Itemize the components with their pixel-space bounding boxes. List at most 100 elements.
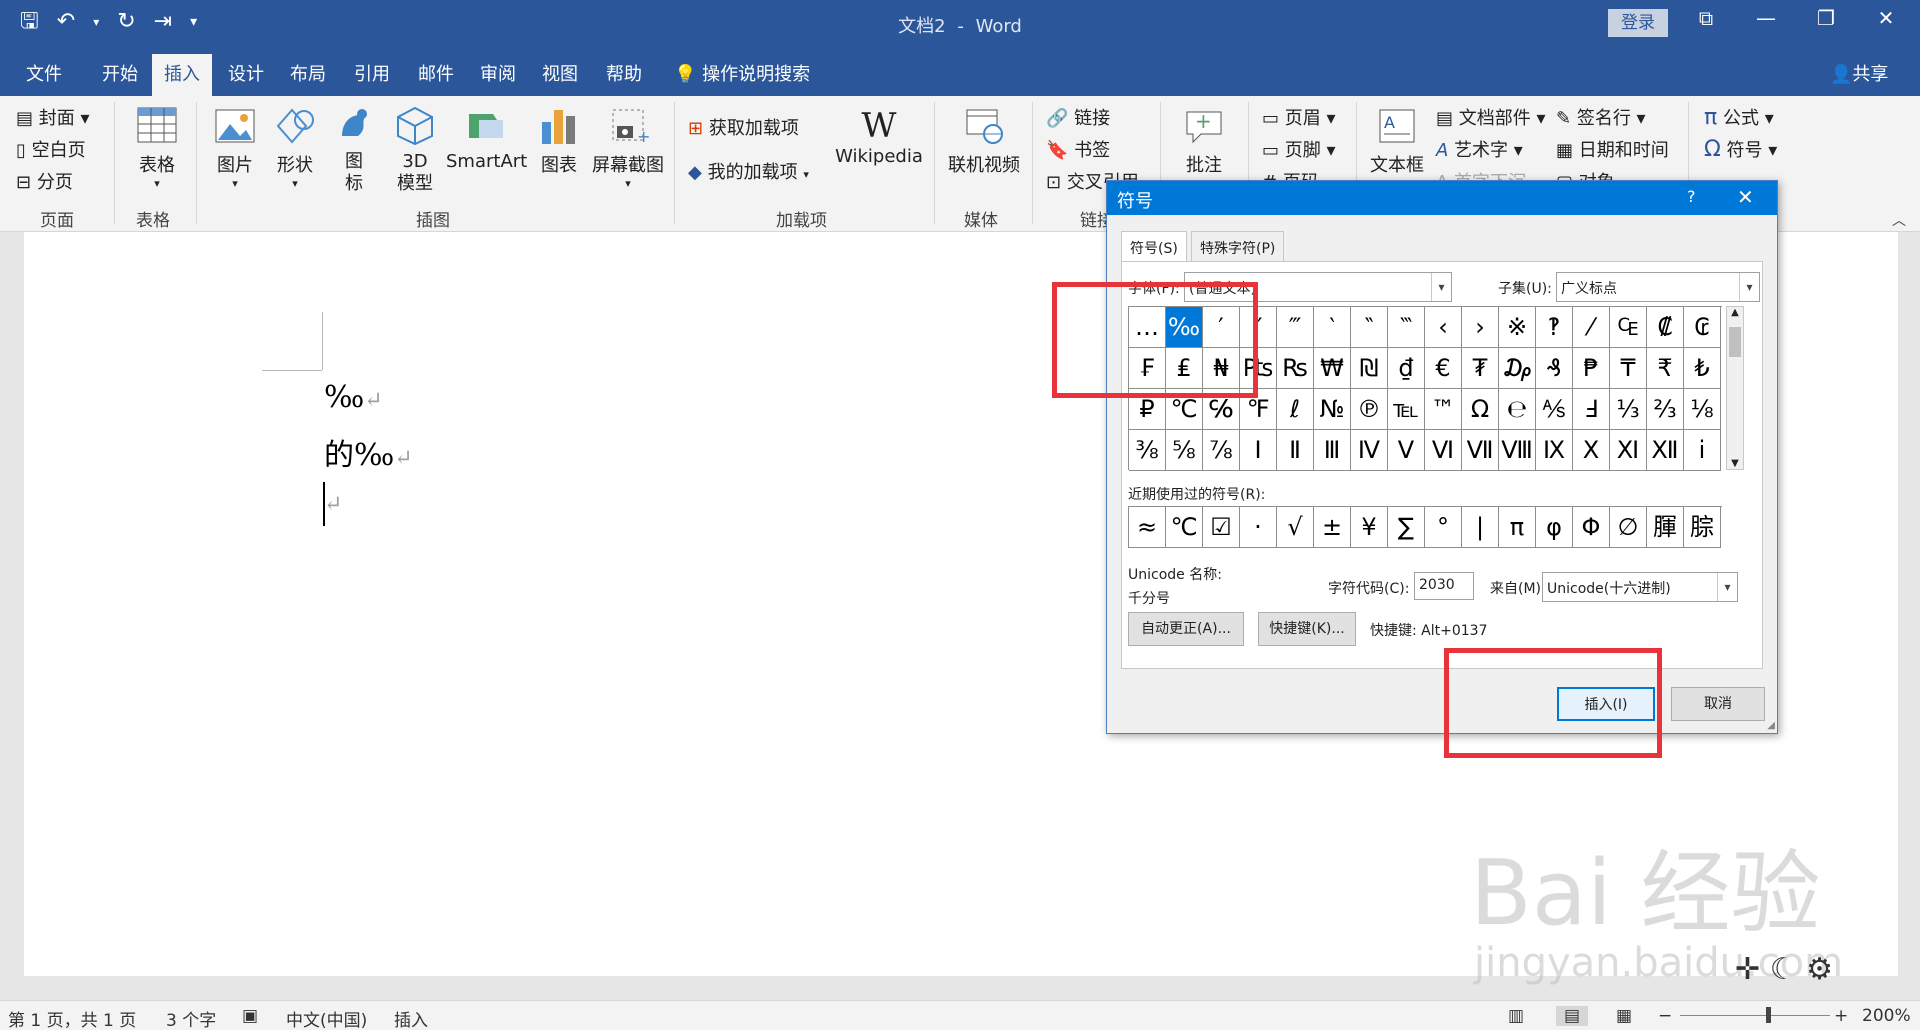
tab-design[interactable]: 设计 <box>228 60 264 86</box>
symbol-cell[interactable]: ※ <box>1499 307 1536 348</box>
symbol-cell[interactable]: ₩ <box>1314 348 1351 389</box>
resize-grip-icon[interactable]: ◢ <box>1767 720 1775 731</box>
tab-view[interactable]: 视图 <box>542 60 578 86</box>
help-button[interactable]: ? <box>1687 187 1696 206</box>
ribbon-display-icon[interactable]: ⧉ <box>1686 6 1726 30</box>
from-select[interactable]: Unicode(十六进制) ▾ <box>1542 572 1738 602</box>
language-indicator[interactable]: 中文(中国) <box>286 1006 367 1030</box>
picture-button[interactable]: 图片 ▾ <box>212 106 258 190</box>
recent-symbol-cell[interactable]: 腙 <box>1684 507 1721 548</box>
recent-symbol-cell[interactable]: Φ <box>1573 507 1610 548</box>
symbol-cell[interactable]: ⅛ <box>1684 389 1721 430</box>
tab-insert[interactable]: 插入 <box>152 54 212 96</box>
web-layout-icon[interactable]: ▦ <box>1616 1006 1632 1026</box>
symbol-cell[interactable]: ₢ <box>1684 307 1721 348</box>
header-button[interactable]: ▭ 页眉 ▾ <box>1262 104 1336 130</box>
wordart-button[interactable]: A 艺术字 ▾ <box>1436 136 1523 162</box>
symbol-cell[interactable]: ⅞ <box>1203 430 1240 471</box>
dialog-close-icon[interactable]: ✕ <box>1737 185 1754 209</box>
symbol-cell[interactable]: ₺ <box>1684 348 1721 389</box>
tab-help[interactable]: 帮助 <box>606 60 642 86</box>
textbox-button[interactable]: A 文本框 <box>1364 106 1430 177</box>
symbol-cell[interactable]: ₰ <box>1536 348 1573 389</box>
gear-icon[interactable]: ⚙ <box>1806 952 1833 987</box>
wikipedia-button[interactable]: W Wikipedia <box>834 106 924 167</box>
recent-symbol-cell[interactable]: 腪 <box>1647 507 1684 548</box>
subset-select[interactable]: 广义标点 ▾ <box>1556 272 1760 302</box>
moon-icon[interactable]: ☾ <box>1770 952 1797 987</box>
online-video-button[interactable]: 联机视频 <box>946 106 1022 177</box>
symbol-cell[interactable]: ⅜ <box>1129 430 1166 471</box>
symbol-cell[interactable]: Ⅱ <box>1277 430 1314 471</box>
symbol-cell[interactable]: ⅓ <box>1610 389 1647 430</box>
link-button[interactable]: 🔗 链接 <box>1046 104 1110 130</box>
close-icon[interactable]: ✕ <box>1866 6 1906 30</box>
recent-symbol-cell[interactable]: ∑ <box>1388 507 1425 548</box>
page-break-button[interactable]: ⊟ 分页 <box>16 168 73 194</box>
symbol-cell[interactable]: ₡ <box>1647 307 1684 348</box>
symbol-cell[interactable]: € <box>1425 348 1462 389</box>
my-addins-button[interactable]: ◆ 我的加载项 ▾ <box>688 158 809 184</box>
blank-page-button[interactable]: ▯ 空白页 <box>16 136 86 162</box>
get-addins-button[interactable]: ⊞ 获取加载项 <box>688 114 799 140</box>
recent-symbol-cell[interactable]: ℃ <box>1166 507 1203 548</box>
char-code-input[interactable]: 2030 <box>1414 572 1474 600</box>
tab-special-characters[interactable]: 特殊字符(P) <box>1191 231 1285 261</box>
symbol-cell[interactable]: ‽ <box>1536 307 1573 348</box>
symbol-cell[interactable]: Ⅰ <box>1240 430 1277 471</box>
collapse-ribbon-icon[interactable]: ︿ <box>1892 210 1906 230</box>
symbol-cell[interactable]: ⅔ <box>1647 389 1684 430</box>
3d-model-button[interactable]: 3D 模型 <box>392 106 438 195</box>
symbol-cell[interactable]: ⅍ <box>1536 389 1573 430</box>
recent-symbol-cell[interactable]: · <box>1240 507 1277 548</box>
doc-paragraph-2[interactable]: 的‰↵ <box>324 430 413 474</box>
equation-button[interactable]: π 公式 ▾ <box>1704 104 1774 130</box>
insert-mode-indicator[interactable]: 插入 <box>394 1006 428 1030</box>
tell-me-search[interactable]: 💡 操作说明搜索 <box>674 60 810 86</box>
symbol-cell[interactable]: Ω <box>1462 389 1499 430</box>
page-count[interactable]: 第 1 页，共 1 页 <box>8 1006 136 1030</box>
tab-symbols[interactable]: 符号(S) <box>1121 231 1187 261</box>
symbol-cell[interactable]: ₹ <box>1647 348 1684 389</box>
proofing-icon[interactable]: ▣ <box>242 1006 258 1026</box>
symbol-cell[interactable]: Ⅹ <box>1573 430 1610 471</box>
smartart-button[interactable]: SmartArt <box>446 106 527 172</box>
icons-button[interactable]: 图 标 <box>334 106 374 195</box>
tab-review[interactable]: 审阅 <box>480 60 516 86</box>
zoom-level[interactable]: 200% <box>1862 1006 1911 1026</box>
symbol-button[interactable]: Ω 符号 ▾ <box>1704 136 1777 162</box>
symbol-cell[interactable]: Ⅵ <box>1425 430 1462 471</box>
login-button[interactable]: 登录 <box>1608 9 1668 37</box>
scroll-up-icon[interactable]: ▲ <box>1727 307 1743 318</box>
zoom-slider-thumb[interactable] <box>1766 1007 1771 1023</box>
recent-symbol-cell[interactable]: ∅ <box>1610 507 1647 548</box>
read-mode-icon[interactable]: ▥ <box>1508 1006 1524 1026</box>
symbol-cell[interactable]: ‹ <box>1425 307 1462 348</box>
bookmark-button[interactable]: 🔖 书签 <box>1046 136 1110 162</box>
crosshair-icon[interactable]: ✛ <box>1735 952 1760 987</box>
symbol-cell[interactable]: ₱ <box>1573 348 1610 389</box>
symbol-cell[interactable]: ⁄ <box>1573 307 1610 348</box>
zoom-slider-track[interactable] <box>1680 1015 1830 1016</box>
symbol-cell[interactable]: Ⅶ <box>1462 430 1499 471</box>
zoom-in-icon[interactable]: + <box>1834 1006 1848 1026</box>
zoom-out-icon[interactable]: − <box>1658 1006 1672 1026</box>
symbol-cell[interactable]: ℗ <box>1351 389 1388 430</box>
symbol-cell[interactable]: ⅰ <box>1684 430 1721 471</box>
recent-symbol-cell[interactable]: ¥ <box>1351 507 1388 548</box>
tab-home[interactable]: 开始 <box>102 60 138 86</box>
symbol-cell[interactable]: ₪ <box>1351 348 1388 389</box>
symbol-cell[interactable]: ₨ <box>1277 348 1314 389</box>
symbol-cell[interactable]: Ⅎ <box>1573 389 1610 430</box>
tab-references[interactable]: 引用 <box>354 60 390 86</box>
minimize-icon[interactable]: — <box>1746 6 1786 30</box>
recent-symbol-cell[interactable]: ± <box>1314 507 1351 548</box>
symbol-cell[interactable]: › <box>1462 307 1499 348</box>
restore-icon[interactable]: ❐ <box>1806 6 1846 30</box>
symbol-cell[interactable]: ₫ <box>1388 348 1425 389</box>
tab-layout[interactable]: 布局 <box>290 60 326 86</box>
recent-symbol-cell[interactable]: ☑ <box>1203 507 1240 548</box>
screenshot-button[interactable]: + 屏幕截图 ▾ <box>590 106 666 190</box>
word-count[interactable]: 3 个字 <box>166 1006 216 1030</box>
symbol-cell[interactable]: ℡ <box>1388 389 1425 430</box>
